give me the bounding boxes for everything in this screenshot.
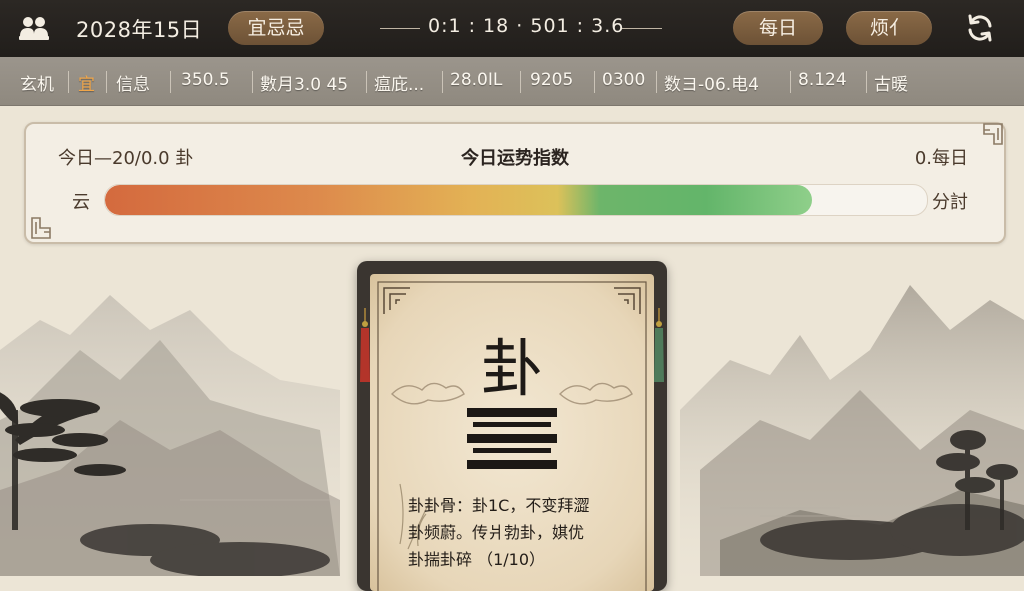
info-item-value: 古暖 xyxy=(874,75,908,95)
info-separator xyxy=(68,71,69,93)
green-tassel-icon xyxy=(654,308,664,382)
info-separator xyxy=(442,71,443,93)
hexagram-description-line: 卦卦骨：卦1C，不变拜澀 xyxy=(408,496,590,515)
clock-display: 0:1 : 18 · 501 : 3.6 xyxy=(428,15,625,37)
info-item-value: 28.0IL xyxy=(450,70,503,90)
hexagram-description-line: 卦频蔚。传爿勃卦，娸优 xyxy=(408,523,585,542)
clock-divider-right xyxy=(622,28,662,29)
fortune-bar-right-label: 分討 xyxy=(932,192,968,213)
info-item-info[interactable]: 信息 xyxy=(116,70,150,95)
info-item-value: 9205 xyxy=(530,70,574,90)
info-item-value: 数ヨ-06.电4 xyxy=(664,75,759,95)
hexagram-description: 卦卦骨：卦1C，不变拜澀 卦频蔚。传爿勃卦，娸优 卦揣卦碎 （1/10） xyxy=(408,492,648,573)
info-item-yi[interactable]: 宜 xyxy=(78,70,95,95)
info-item-value: 瘟庇... xyxy=(374,75,425,95)
daily-button[interactable]: 每日 xyxy=(733,11,823,45)
tarot-button[interactable]: 烦亻 xyxy=(846,11,932,45)
hexagram-description-line: 卦揣卦碎 （1/10） xyxy=(408,550,546,569)
fortune-progress-bar xyxy=(104,184,928,216)
fortune-progress-fill xyxy=(105,185,812,215)
fortune-bar-left-label: 云 xyxy=(72,192,90,213)
info-item-value: 數月3.0 45 xyxy=(260,75,349,95)
clock-divider-left xyxy=(380,28,420,29)
top-bar: 2028年15日 宜忌忌 0:1 : 18 · 501 : 3.6 每日 烦亻 xyxy=(0,0,1024,57)
fortune-panel: 今日—20/0.0 卦 今日运势指数 0.每日 云 分討 xyxy=(24,122,1006,244)
fortune-right-label: 0.每日 xyxy=(914,148,968,169)
fortune-title: 今日运势指数 xyxy=(461,148,569,169)
info-separator xyxy=(366,71,367,93)
card-face: 卦 卦卦骨：卦1C，不变拜澀 卦频蔚。传爿勃卦，娸优 卦揣卦碎 （1/10） xyxy=(360,274,664,591)
hexagram-symbol: 卦 xyxy=(480,332,543,405)
date-display: 2028年15日 xyxy=(76,18,203,42)
info-separator xyxy=(170,71,171,93)
users-icon[interactable] xyxy=(18,14,50,42)
yiji-button[interactable]: 宜忌忌 xyxy=(228,11,324,45)
info-item-value: 350.5 xyxy=(181,70,230,90)
info-strip: 玄机 宜 信息 350.5 數月3.0 45 瘟庇... 28.0IL 9205… xyxy=(0,57,1024,106)
info-separator xyxy=(594,71,595,93)
info-separator xyxy=(106,71,107,93)
info-separator xyxy=(656,71,657,93)
refresh-icon[interactable] xyxy=(964,12,996,44)
info-item-value: 8.124 xyxy=(798,70,847,90)
corner-ornament-icon xyxy=(31,217,51,239)
info-separator xyxy=(252,71,253,93)
info-item-xuanji[interactable]: 玄机 xyxy=(20,70,54,95)
info-separator xyxy=(790,71,791,93)
info-item-value: 0300 xyxy=(602,70,646,90)
trigram-lines-icon xyxy=(467,408,557,469)
info-separator xyxy=(866,71,867,93)
hexagram-card[interactable]: 卦 卦卦骨：卦1C，不变拜澀 卦频蔚。传爿勃卦，娸优 卦揣卦碎 （1/10） xyxy=(357,261,667,591)
info-separator xyxy=(520,71,521,93)
